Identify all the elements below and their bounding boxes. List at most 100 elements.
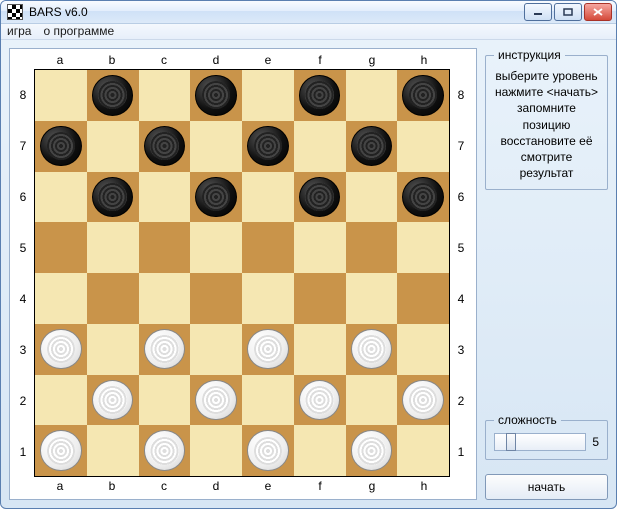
square-c4[interactable] <box>139 273 191 324</box>
square-b2[interactable] <box>87 375 139 426</box>
square-c3[interactable] <box>139 324 191 375</box>
minimize-button[interactable] <box>524 3 552 21</box>
square-d3[interactable] <box>190 324 242 375</box>
white-piece[interactable] <box>92 380 133 421</box>
maximize-button[interactable] <box>554 3 582 21</box>
square-a2[interactable] <box>35 375 87 426</box>
white-piece[interactable] <box>402 380 443 421</box>
black-piece[interactable] <box>92 75 133 116</box>
square-e5[interactable] <box>242 222 294 273</box>
square-e6[interactable] <box>242 172 294 223</box>
square-e7[interactable] <box>242 121 294 172</box>
square-h4[interactable] <box>397 273 449 324</box>
square-c7[interactable] <box>139 121 191 172</box>
rank-label: 8 <box>458 88 465 102</box>
square-g1[interactable] <box>346 425 398 476</box>
rank-label: 1 <box>458 445 465 459</box>
square-a3[interactable] <box>35 324 87 375</box>
black-piece[interactable] <box>299 75 340 116</box>
square-b3[interactable] <box>87 324 139 375</box>
difficulty-slider[interactable] <box>494 433 586 451</box>
square-c2[interactable] <box>139 375 191 426</box>
black-piece[interactable] <box>402 177 443 218</box>
black-piece[interactable] <box>351 126 392 167</box>
black-piece[interactable] <box>92 177 133 218</box>
white-piece[interactable] <box>247 430 288 471</box>
square-f1[interactable] <box>294 425 346 476</box>
square-e3[interactable] <box>242 324 294 375</box>
slider-thumb[interactable] <box>506 433 516 451</box>
square-g4[interactable] <box>346 273 398 324</box>
square-e8[interactable] <box>242 70 294 121</box>
square-f8[interactable] <box>294 70 346 121</box>
square-f6[interactable] <box>294 172 346 223</box>
white-piece[interactable] <box>144 329 185 370</box>
square-g6[interactable] <box>346 172 398 223</box>
start-button[interactable]: начать <box>485 474 608 500</box>
square-a4[interactable] <box>35 273 87 324</box>
square-d8[interactable] <box>190 70 242 121</box>
square-d2[interactable] <box>190 375 242 426</box>
square-e2[interactable] <box>242 375 294 426</box>
white-piece[interactable] <box>351 329 392 370</box>
square-g8[interactable] <box>346 70 398 121</box>
square-h5[interactable] <box>397 222 449 273</box>
square-c1[interactable] <box>139 425 191 476</box>
square-f4[interactable] <box>294 273 346 324</box>
white-piece[interactable] <box>195 380 236 421</box>
square-b1[interactable] <box>87 425 139 476</box>
menu-about[interactable]: о программе <box>43 24 114 38</box>
square-g3[interactable] <box>346 324 398 375</box>
square-c8[interactable] <box>139 70 191 121</box>
square-c5[interactable] <box>139 222 191 273</box>
square-g7[interactable] <box>346 121 398 172</box>
square-b4[interactable] <box>87 273 139 324</box>
black-piece[interactable] <box>195 75 236 116</box>
black-piece[interactable] <box>195 177 236 218</box>
square-e4[interactable] <box>242 273 294 324</box>
black-piece[interactable] <box>402 75 443 116</box>
menu-game[interactable]: игра <box>7 24 31 38</box>
square-a5[interactable] <box>35 222 87 273</box>
white-piece[interactable] <box>351 430 392 471</box>
square-h7[interactable] <box>397 121 449 172</box>
black-piece[interactable] <box>144 126 185 167</box>
white-piece[interactable] <box>247 329 288 370</box>
square-d7[interactable] <box>190 121 242 172</box>
square-g2[interactable] <box>346 375 398 426</box>
square-h8[interactable] <box>397 70 449 121</box>
square-a8[interactable] <box>35 70 87 121</box>
square-b8[interactable] <box>87 70 139 121</box>
square-f2[interactable] <box>294 375 346 426</box>
square-c6[interactable] <box>139 172 191 223</box>
black-piece[interactable] <box>299 177 340 218</box>
square-b5[interactable] <box>87 222 139 273</box>
square-d1[interactable] <box>190 425 242 476</box>
square-h3[interactable] <box>397 324 449 375</box>
square-h1[interactable] <box>397 425 449 476</box>
square-h6[interactable] <box>397 172 449 223</box>
square-a1[interactable] <box>35 425 87 476</box>
white-piece[interactable] <box>144 430 185 471</box>
square-d6[interactable] <box>190 172 242 223</box>
white-piece[interactable] <box>299 380 340 421</box>
board-cells <box>34 69 450 477</box>
square-d5[interactable] <box>190 222 242 273</box>
square-h2[interactable] <box>397 375 449 426</box>
square-g5[interactable] <box>346 222 398 273</box>
square-a6[interactable] <box>35 172 87 223</box>
window-controls <box>524 3 612 21</box>
black-piece[interactable] <box>247 126 288 167</box>
square-a7[interactable] <box>35 121 87 172</box>
square-f5[interactable] <box>294 222 346 273</box>
white-piece[interactable] <box>40 430 81 471</box>
square-b6[interactable] <box>87 172 139 223</box>
square-f3[interactable] <box>294 324 346 375</box>
white-piece[interactable] <box>40 329 81 370</box>
black-piece[interactable] <box>40 126 81 167</box>
close-button[interactable] <box>584 3 612 21</box>
square-d4[interactable] <box>190 273 242 324</box>
square-e1[interactable] <box>242 425 294 476</box>
square-b7[interactable] <box>87 121 139 172</box>
square-f7[interactable] <box>294 121 346 172</box>
